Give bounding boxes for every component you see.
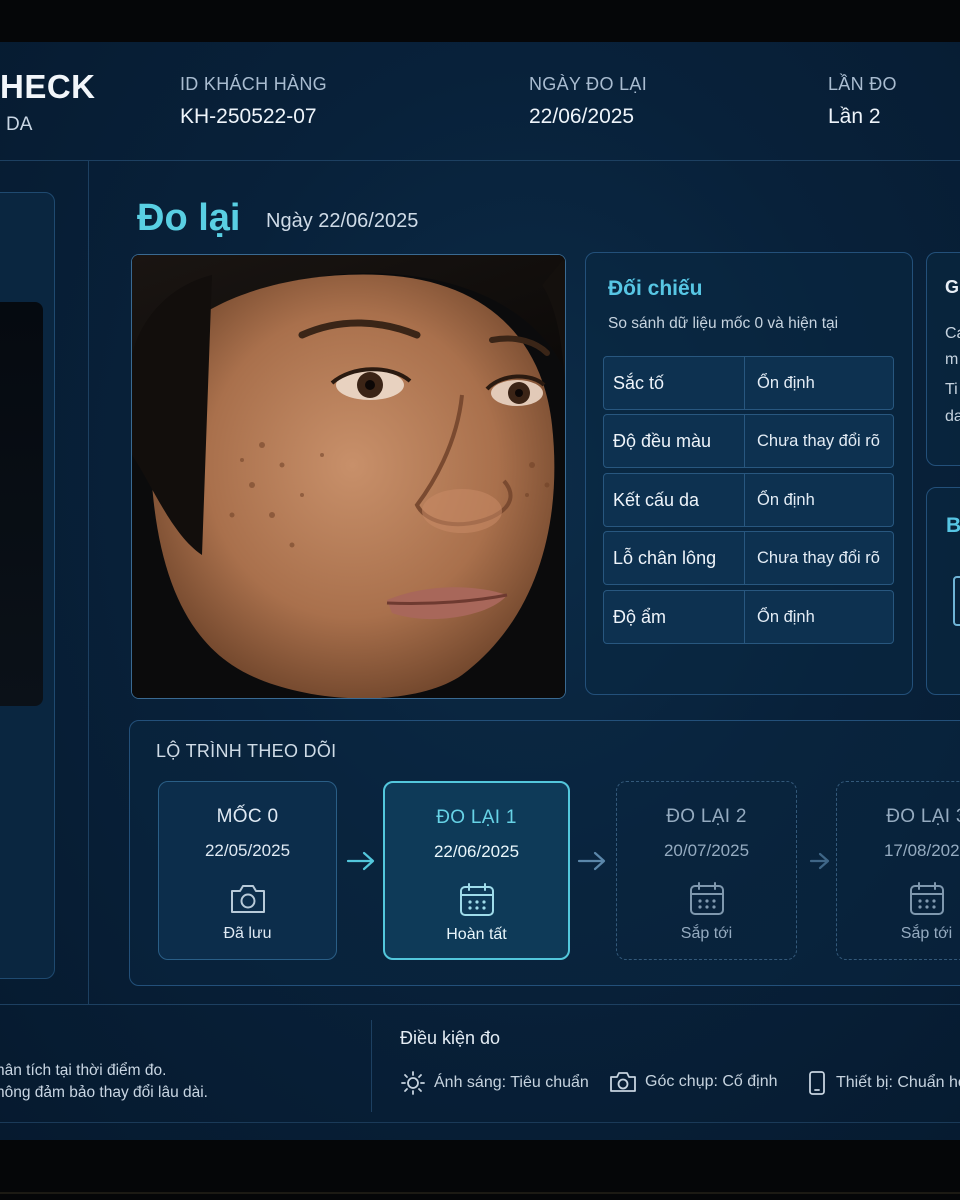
step-status: Sắp tới [900,925,953,942]
disclaimer-line-2: hông đảm bảo thay đổi lâu dài. [0,1084,208,1101]
section-date: Ngày 22/06/2025 [266,210,419,232]
notes-card-line: Ti [945,381,958,398]
roadmap-step-remeasure-2[interactable]: ĐO LẠI 2 20/07/2025 Sắp tới [616,781,797,960]
roadmap-step-remeasure-1[interactable]: ĐO LẠI 1 22/06/2025 Hoàn tất [383,781,570,960]
customer-id-value: KH-250522-07 [180,105,317,128]
step-status: Sắp tới [680,925,733,942]
condition-device: Thiết bị: Chuẩn hó [806,1070,960,1096]
notes-card-line: m [945,351,959,368]
column-divider [88,160,89,1005]
measure-count-label: LẦN ĐO [828,74,897,94]
step-name: ĐO LẠI 3 [886,806,960,827]
condition-angle: Góc chụp: Cố định [609,1070,778,1094]
compare-row: Độ ẩm Ổn định [603,590,894,644]
customer-id-block: ID KHÁCH HÀNG KH-250522-07 [180,74,327,129]
footer-divider [0,1004,960,1005]
compare-row: Kết cấu da Ổn định [603,473,894,527]
condition-lighting: Ánh sáng: Tiêu chuẩn [400,1070,589,1096]
compare-status: Chưa thay đổi rõ [757,548,880,567]
compare-status: Ổn định [757,607,815,626]
section-title: Đo lại [137,197,241,239]
measure-count-block: LẦN ĐO Lần 2 [828,74,897,129]
step-date: 20/07/2025 [663,841,750,860]
notes-card-line: Ca [945,325,960,342]
notes-card-title: GI [945,277,960,297]
condition-text: Góc chụp: Cố định [645,1073,778,1090]
remeasure-date-label: NGÀY ĐO LẠI [529,74,648,94]
condition-text: Ánh sáng: Tiêu chuẩn [434,1074,589,1091]
device-icon [953,576,960,626]
remeasure-date-block: NGÀY ĐO LẠI 22/06/2025 [529,74,647,129]
compare-metric: Sắc tố [604,357,745,409]
roadmap-step-baseline[interactable]: MỐC 0 22/05/2025 Đã lưu [158,781,337,960]
roadmap-step-remeasure-3[interactable]: ĐO LẠI 3 17/08/2025 Sắp tới [836,781,960,960]
step-date: 22/06/2025 [433,842,520,861]
compare-status: Chưa thay đổi rõ [757,431,880,450]
tracking-roadmap: LỘ TRÌNH THEO DÕI MỐC 0 22/05/2025 Đã lư… [129,720,960,986]
step-name: ĐO LẠI 2 [666,806,747,827]
tablet-icon [809,1071,825,1095]
camera-icon [230,885,265,913]
compare-row: Sắc tố Ổn định [603,356,894,410]
calendar-icon [909,882,944,915]
condition-text: Thiết bị: Chuẩn hó [836,1074,960,1091]
measure-count-value: Lần 2 [828,105,881,128]
camera-icon [610,1072,636,1092]
step-date: 22/05/2025 [204,841,291,860]
notes-card: GI Ca m Ti da [926,252,960,466]
chevron-right-icon [809,852,830,870]
compare-title: Đối chiếu [608,277,703,300]
compare-metric: Kết cấu da [604,474,745,526]
device-card-title: B [946,514,960,537]
step-name: ĐO LẠI 1 [436,807,517,828]
calendar-icon [689,882,724,915]
device-card: B [926,487,960,695]
footer-column-divider [371,1020,372,1112]
sun-icon [401,1071,425,1095]
notes-card-line: da [945,408,960,425]
compare-status: Ổn định [757,373,815,392]
compare-card: Đối chiếu So sánh dữ liệu mốc 0 và hiện … [585,252,913,695]
face-illustration [132,255,565,698]
disclaimer-line-1: hân tích tại thời điểm đo. [0,1062,167,1079]
compare-row: Độ đều màu Chưa thay đổi rõ [603,414,894,468]
footer-bottom-divider [0,1122,960,1123]
face-photo[interactable] [131,254,566,699]
compare-status: Ổn định [757,490,815,509]
arrow-right-icon [346,851,375,871]
conditions-title: Điều kiện đo [400,1028,501,1048]
calendar-icon [459,883,494,916]
step-status: Hoàn tất [446,926,507,943]
monitor-bezel-bottom [0,1140,960,1200]
remeasure-date-value: 22/06/2025 [529,105,635,128]
compare-metric: Độ đều màu [604,415,745,467]
header-divider [0,160,960,161]
compare-metric: Độ ẩm [604,591,745,643]
brand-subtitle: DA [6,114,33,135]
roadmap-title: LỘ TRÌNH THEO DÕI [156,741,337,761]
step-name: MỐC 0 [216,806,279,827]
compare-metric: Lỗ chân lông [604,532,745,584]
compare-row: Lỗ chân lông Chưa thay đổi rõ [603,531,894,585]
compare-subtitle: So sánh dữ liệu mốc 0 và hiện tại [608,315,839,332]
brand-title: HECK [0,68,96,105]
app-screen: HECK DA ID KHÁCH HÀNG KH-250522-07 NGÀY … [0,42,960,1140]
arrow-right-icon [577,851,606,871]
customer-id-label: ID KHÁCH HÀNG [180,74,327,94]
baseline-photo[interactable] [0,302,43,706]
step-status: Đã lưu [223,925,272,942]
monitor-bezel-top [0,0,960,42]
step-date: 17/08/2025 [883,841,960,860]
